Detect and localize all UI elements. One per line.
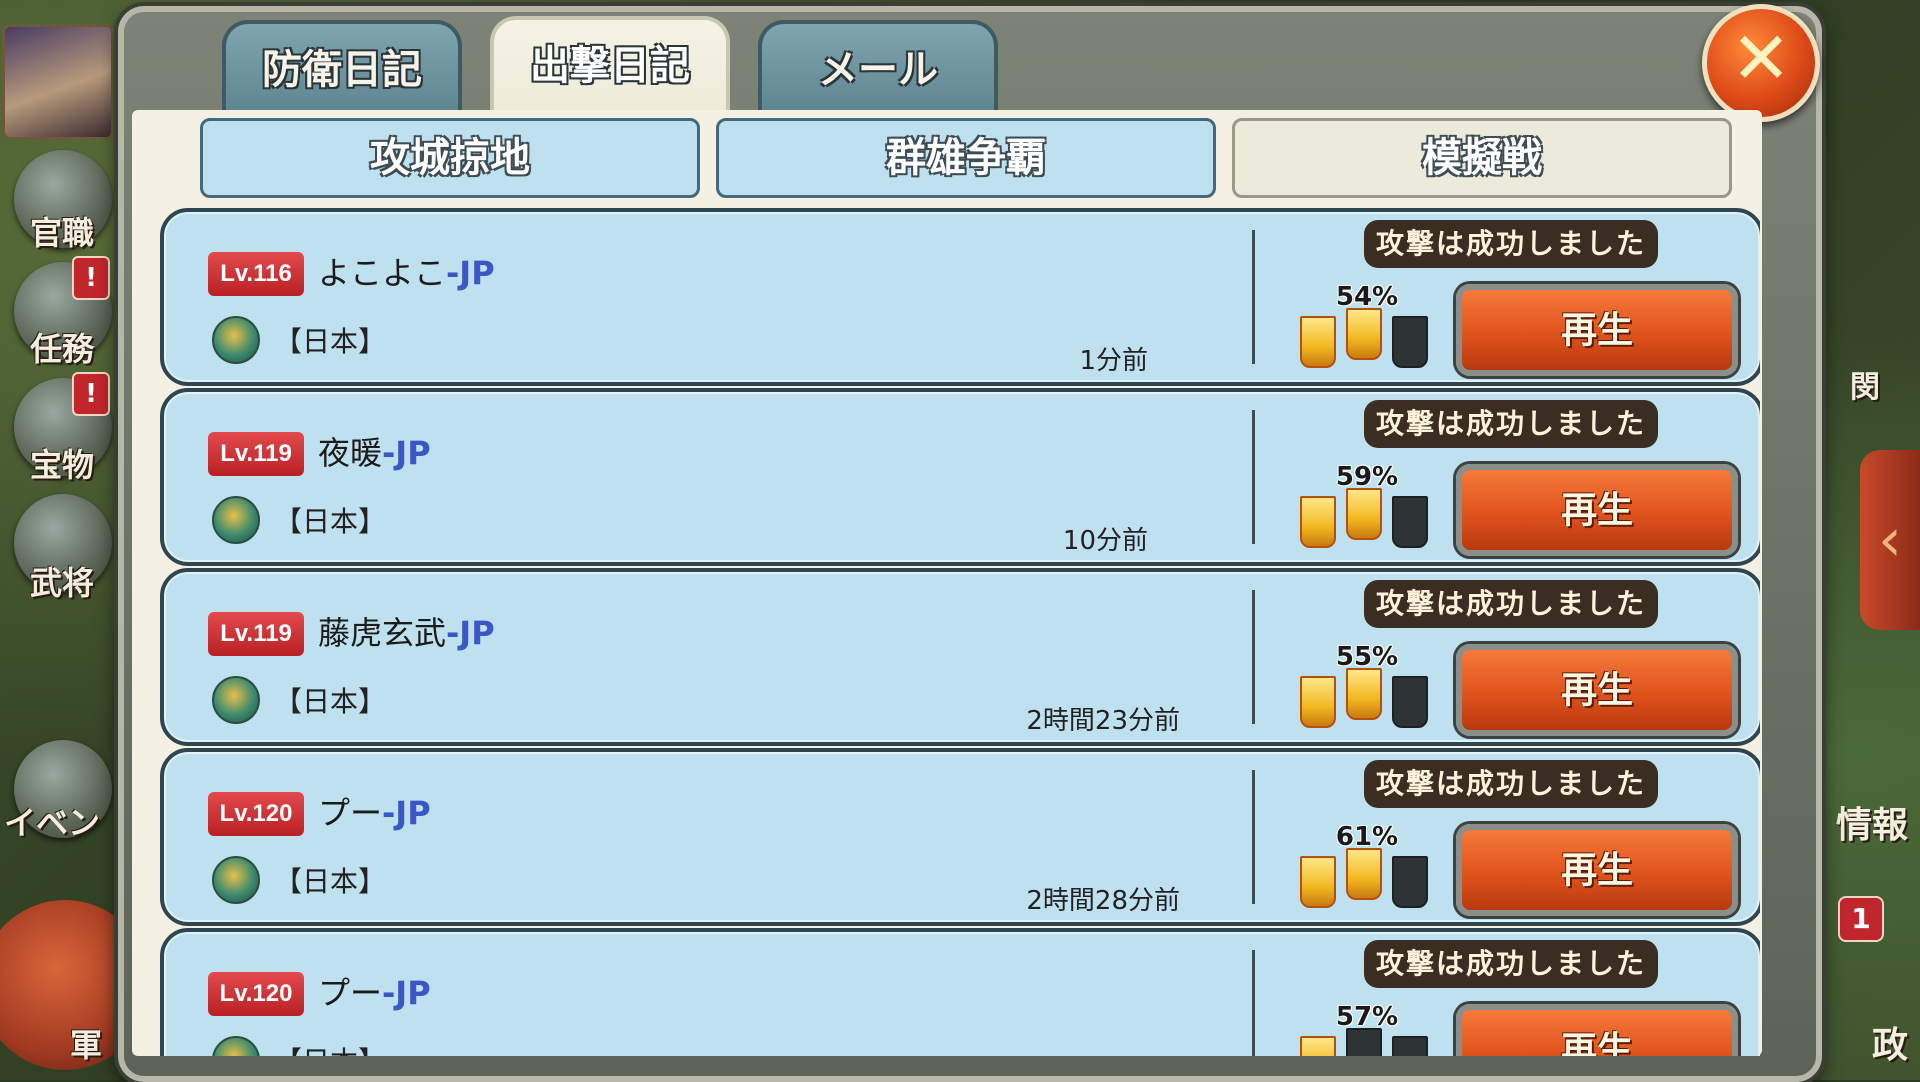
left-side-menu: 官職 ! 任務 ! 宝物 武将 イベン 軍: [0, 0, 150, 1080]
side-label-missions: 任務: [30, 330, 95, 368]
player-name[interactable]: 藤虎玄武-JP: [318, 608, 495, 654]
level-badge: Lv.119: [208, 432, 304, 476]
player-name[interactable]: プー-JP: [318, 788, 431, 834]
server-tag: -JP: [382, 434, 431, 472]
country-label: 【日本】: [274, 685, 387, 718]
country-emblem-icon: [212, 496, 260, 544]
right-side-menu: 閔 ‹ 情報 1 政: [1810, 0, 1920, 1080]
banner-gold-icon: [1346, 488, 1382, 540]
subtab-siege[interactable]: 攻城掠地: [200, 118, 700, 198]
subtab-rivalry[interactable]: 群雄争覇: [716, 118, 1216, 198]
list-item: Lv.120 プー-JP 【日本】 2時間28分前 攻撃は成功しました 61% …: [160, 748, 1760, 926]
country-emblem-icon: [212, 676, 260, 724]
banner-gold-icon: [1300, 1036, 1336, 1056]
time-ago: 10分前: [1062, 526, 1148, 556]
side-label-office: 官職: [30, 214, 95, 252]
tab-attack-log[interactable]: 出撃日記: [490, 16, 730, 116]
tab-mail[interactable]: メール: [758, 20, 998, 112]
side-label-generals: 武将: [30, 564, 95, 602]
country-emblem-icon: [212, 316, 260, 364]
subtab-mock-battle[interactable]: 模擬戦: [1232, 118, 1732, 198]
banner-gold-icon: [1346, 668, 1382, 720]
server-tag: -JP: [382, 794, 431, 832]
banner-empty-icon: [1392, 1036, 1428, 1056]
replay-button[interactable]: 再生: [1456, 284, 1738, 376]
time-ago: 1分前: [1079, 346, 1148, 376]
admin-count-badge: 1: [1838, 896, 1884, 942]
missions-alert-badge: !: [72, 256, 110, 300]
server-tag: -JP: [446, 614, 495, 652]
server-tag: -JP: [446, 254, 495, 292]
player-name[interactable]: 夜暖-JP: [318, 428, 431, 474]
row-divider: [1252, 410, 1255, 544]
result-label: 攻撃は成功しました: [1364, 400, 1658, 448]
result-label: 攻撃は成功しました: [1364, 580, 1658, 628]
banner-empty-icon: [1392, 676, 1428, 728]
country-label: 【日本】: [274, 325, 387, 358]
replay-button[interactable]: 再生: [1456, 644, 1738, 736]
player-avatar[interactable]: [2, 24, 114, 140]
banner-gold-icon: [1346, 308, 1382, 360]
tab-defense-log[interactable]: 防衛日記: [222, 20, 462, 112]
close-button[interactable]: ✕: [1702, 4, 1820, 122]
side-label-treasure: 宝物: [30, 446, 95, 484]
row-divider: [1252, 590, 1255, 724]
replay-button[interactable]: 再生: [1456, 1004, 1738, 1056]
country-emblem-icon: [212, 856, 260, 904]
level-badge: Lv.120: [208, 972, 304, 1016]
list-item: Lv.120 プー-JP 【日本】 攻撃は成功しました 57% 再生: [160, 928, 1760, 1056]
admin-button[interactable]: 政: [1872, 1016, 1908, 1068]
player-name[interactable]: よこよこ-JP: [318, 248, 495, 294]
level-badge: Lv.120: [208, 792, 304, 836]
banner-empty-icon: [1392, 496, 1428, 548]
country-label: 【日本】: [274, 1040, 386, 1056]
result-label: 攻撃は成功しました: [1364, 220, 1658, 268]
player-name[interactable]: プー-JP: [318, 968, 431, 1014]
result-label: 攻撃は成功しました: [1364, 940, 1658, 988]
right-side-char: 閔: [1850, 370, 1880, 405]
banner-gold-icon: [1300, 496, 1336, 548]
time-ago: 2時間23分前: [1026, 706, 1180, 736]
country-label: 【日本】: [274, 505, 387, 538]
battle-record-list[interactable]: Lv.116 よこよこ-JP 【日本】 1分前 攻撃は成功しました 54% 再生…: [160, 208, 1760, 1056]
row-divider: [1252, 770, 1255, 904]
country-emblem-icon: [212, 1036, 260, 1056]
banner-empty-icon: [1346, 1028, 1382, 1056]
replay-button[interactable]: 再生: [1456, 824, 1738, 916]
server-tag: -JP: [382, 974, 431, 1012]
banner-empty-icon: [1392, 856, 1428, 908]
level-badge: Lv.116: [208, 252, 304, 296]
banner-empty-icon: [1392, 316, 1428, 368]
banner-gold-icon: [1300, 316, 1336, 368]
replay-button[interactable]: 再生: [1456, 464, 1738, 556]
expand-arrow-icon[interactable]: ‹: [1860, 450, 1920, 630]
time-ago: 2時間28分前: [1026, 886, 1180, 916]
banner-gold-icon: [1346, 848, 1382, 900]
side-label-event: イベン: [4, 804, 101, 842]
list-item: Lv.116 よこよこ-JP 【日本】 1分前 攻撃は成功しました 54% 再生: [160, 208, 1760, 386]
country-label: 【日本】: [274, 865, 387, 898]
list-item: Lv.119 夜暖-JP 【日本】 10分前 攻撃は成功しました 59% 再生: [160, 388, 1760, 566]
level-badge: Lv.119: [208, 612, 304, 656]
row-divider: [1252, 950, 1255, 1056]
banner-gold-icon: [1300, 676, 1336, 728]
banner-gold-icon: [1300, 856, 1336, 908]
info-button[interactable]: 情報: [1836, 796, 1908, 848]
row-divider: [1252, 230, 1255, 364]
result-label: 攻撃は成功しました: [1364, 760, 1658, 808]
list-item: Lv.119 藤虎玄武-JP 【日本】 2時間23分前 攻撃は成功しました 55…: [160, 568, 1760, 746]
treasure-alert-badge: !: [72, 372, 110, 416]
